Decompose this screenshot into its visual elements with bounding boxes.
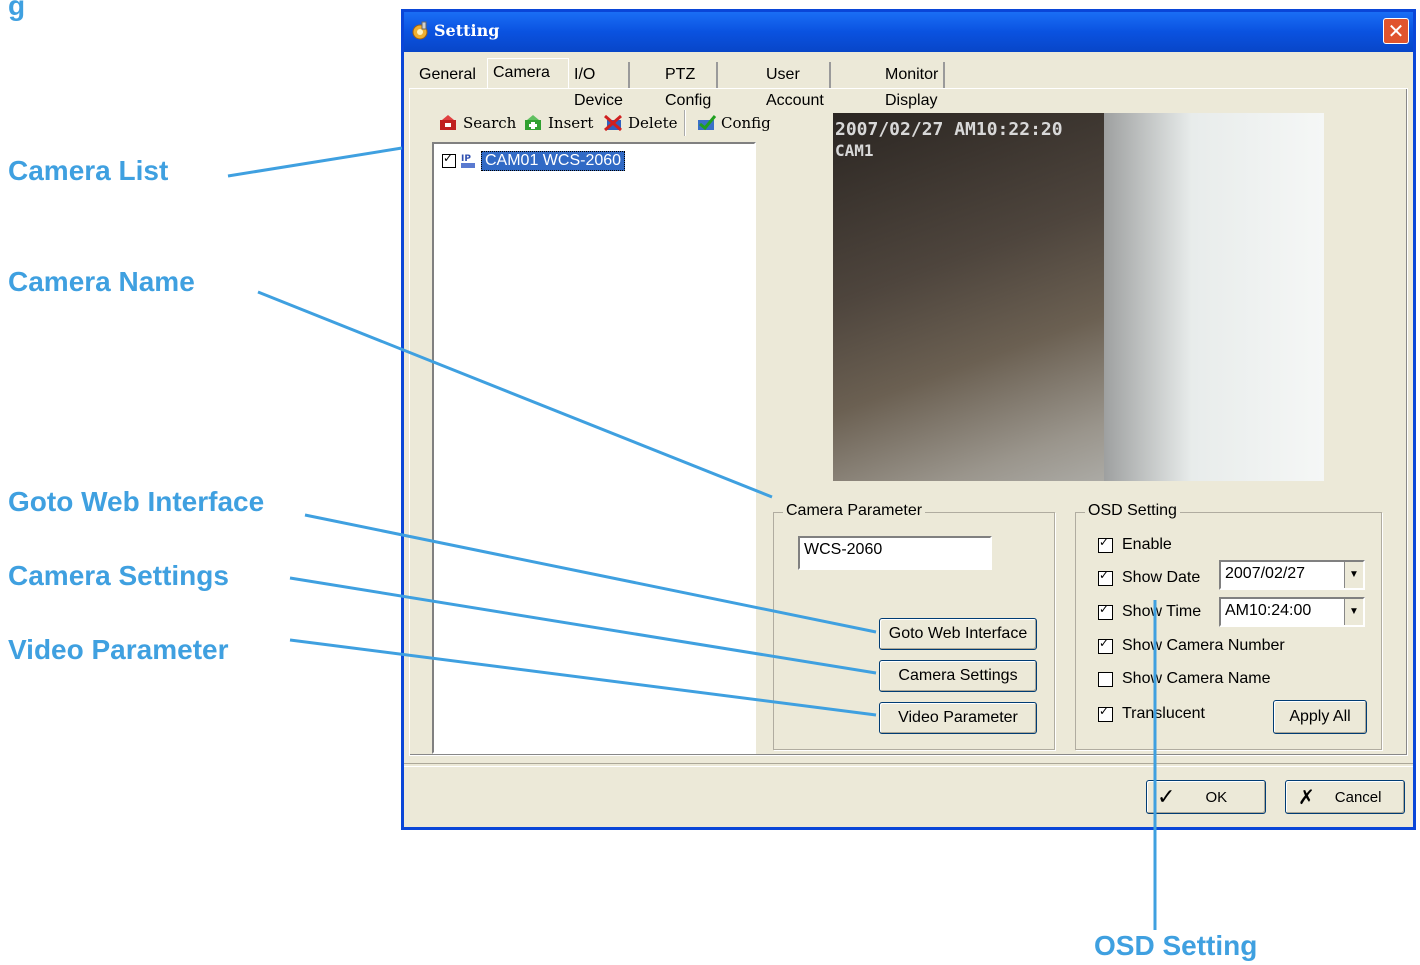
ok-button[interactable]: ✓ OK [1146, 780, 1266, 814]
chevron-down-icon[interactable]: ▼ [1344, 599, 1363, 625]
config-label: Config [721, 114, 771, 132]
callout-camera-settings: Camera Settings [8, 560, 229, 591]
chevron-down-icon[interactable]: ▼ [1344, 562, 1363, 588]
osd-setting-title: OSD Setting [1085, 502, 1180, 520]
osd-show-time-label: Show Time [1122, 603, 1202, 620]
delete-button[interactable]: Delete [603, 110, 677, 136]
tab-io-device[interactable]: I/O Device [569, 62, 630, 109]
callout-partial-label: g [8, 0, 26, 21]
osd-show-camera-number-checkbox[interactable] [1098, 636, 1113, 654]
goto-web-interface-button[interactable]: Goto Web Interface [879, 618, 1037, 650]
osd-translucent-label: Translucent [1122, 705, 1205, 722]
osd-show-date-label: Show Date [1122, 569, 1201, 586]
insert-camera-icon [525, 115, 541, 130]
apply-all-button[interactable]: Apply All [1273, 700, 1367, 734]
check-icon: ✓ [1157, 784, 1176, 810]
toolbar-separator [684, 110, 686, 136]
osd-show-time-row[interactable]: Show Time [1098, 602, 1202, 621]
close-button[interactable]: ✕ [1383, 18, 1409, 44]
video-parameter-button[interactable]: Video Parameter [879, 702, 1037, 734]
callout-camera-name: Camera Name [8, 266, 195, 297]
window-title: Setting [434, 21, 500, 40]
callout-osd-setting: OSD Setting [1094, 930, 1258, 961]
cancel-x-icon: ✗ [1298, 785, 1315, 809]
osd-enable-row[interactable]: Enable [1098, 535, 1172, 554]
osd-show-camera-number-label: Show Camera Number [1122, 637, 1285, 654]
osd-show-time-checkbox[interactable] [1098, 602, 1113, 620]
delete-label: Delete [628, 114, 678, 132]
tab-general[interactable]: General [414, 62, 481, 88]
camera-settings-button[interactable]: Camera Settings [879, 660, 1037, 692]
date-format-select[interactable]: 2007/02/27 ▼ [1219, 560, 1365, 590]
camera-list-pointer [227, 146, 403, 178]
search-label: Search [463, 114, 517, 132]
config-button[interactable]: Config [696, 110, 771, 136]
osd-translucent-checkbox[interactable] [1098, 704, 1113, 722]
video-osd-camera: CAM1 [835, 141, 874, 160]
video-scene-window [1104, 113, 1324, 481]
ok-label: OK [1205, 788, 1228, 806]
settings-app-icon [412, 21, 428, 40]
osd-translucent-row[interactable]: Translucent [1098, 704, 1205, 723]
cancel-button[interactable]: ✗ Cancel [1285, 780, 1405, 814]
osd-enable-checkbox[interactable] [1098, 535, 1113, 553]
camera-list[interactable]: IP CAM01 WCS-2060 [432, 142, 756, 754]
close-icon: ✕ [1387, 19, 1405, 43]
title-bar[interactable]: Setting ✕ [404, 12, 1413, 52]
camera-name-field[interactable]: WCS-2060 [798, 536, 992, 570]
osd-show-camera-number-row[interactable]: Show Camera Number [1098, 636, 1285, 655]
insert-button[interactable]: Insert [523, 110, 593, 136]
osd-show-camera-name-label: Show Camera Name [1122, 670, 1271, 687]
video-osd-datetime: 2007/02/27 AM10:22:20 [835, 119, 1063, 140]
tab-camera[interactable]: Camera [487, 58, 569, 88]
list-item[interactable]: IP CAM01 WCS-2060 [442, 150, 626, 172]
camera-video-preview: 2007/02/27 AM10:22:20 CAM1 [833, 113, 1324, 481]
tab-user-account[interactable]: User Account [761, 62, 831, 109]
callout-camera-list: Camera List [8, 155, 169, 186]
ip-camera-icon: IP [461, 154, 475, 168]
osd-enable-label: Enable [1122, 536, 1172, 553]
camera-list-label: CAM01 WCS-2060 [481, 151, 626, 171]
setting-dialog: Setting ✕ General Camera I/O Device PTZ … [401, 9, 1416, 830]
osd-show-date-row[interactable]: Show Date [1098, 568, 1201, 587]
camera-enable-checkbox[interactable] [442, 151, 456, 168]
time-format-select[interactable]: AM10:24:00 ▼ [1219, 597, 1365, 627]
tab-ptz-config[interactable]: PTZ Config [660, 62, 719, 109]
osd-show-camera-name-row[interactable]: Show Camera Name [1098, 670, 1271, 688]
time-format-value: AM10:24:00 [1225, 602, 1312, 619]
search-camera-icon [440, 115, 456, 130]
cancel-label: Cancel [1334, 788, 1382, 806]
date-format-value: 2007/02/27 [1225, 565, 1306, 582]
insert-label: Insert [548, 114, 594, 132]
delete-camera-icon [604, 114, 622, 132]
osd-show-camera-name-checkbox[interactable] [1098, 671, 1113, 687]
camera-parameter-title: Camera Parameter [783, 502, 926, 520]
tab-monitor-display[interactable]: Monitor Display [880, 62, 946, 109]
config-camera-icon [698, 115, 717, 131]
search-button[interactable]: Search [438, 110, 516, 136]
callout-goto-web-interface: Goto Web Interface [8, 486, 265, 517]
svg-text:IP: IP [461, 154, 471, 164]
footer-divider [404, 763, 1413, 767]
osd-show-date-checkbox[interactable] [1098, 568, 1113, 586]
callout-video-parameter: Video Parameter [8, 634, 229, 665]
